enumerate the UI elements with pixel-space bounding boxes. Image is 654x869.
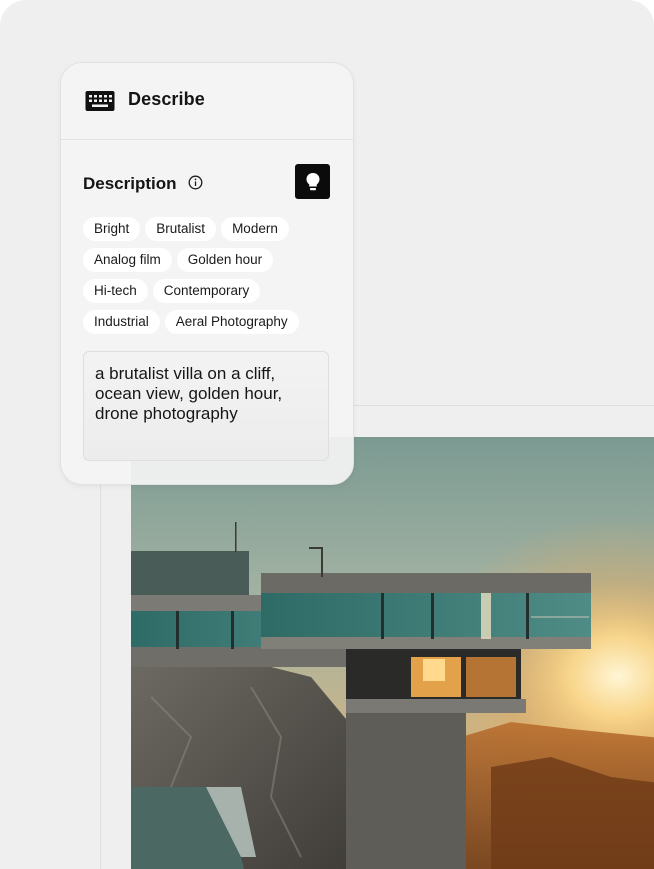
describe-card: Describe Description Bright Brutalist Mo… [60,62,354,485]
villa-photo [131,437,654,869]
app-frame: Describe Description Bright Brutalist Mo… [0,0,654,869]
lightbulb-icon [306,172,319,190]
tag-row: Industrial Aeral Photography [83,310,333,334]
tag-row: Analog film Golden hour [83,248,333,272]
generated-image[interactable] [131,437,654,869]
description-label: Description [83,174,177,193]
keyboard-icon [85,91,115,111]
tag-chip[interactable]: Brutalist [145,217,217,241]
card-title: Describe [128,89,205,109]
tag-chip[interactable]: Industrial [83,310,160,334]
description-row: Description [61,140,353,218]
card-header: Describe [61,63,353,140]
prompt-textarea[interactable]: a brutalist villa on a cliff, ocean view… [83,351,329,461]
tag-chip[interactable]: Aeral Photography [164,310,299,334]
suggest-button[interactable] [295,164,330,199]
tag-chip[interactable]: Golden hour [176,248,274,272]
tag-chip[interactable]: Modern [221,217,289,241]
info-icon[interactable] [188,175,203,190]
tag-row: Bright Brutalist Modern [83,217,333,241]
tag-chip[interactable]: Analog film [83,248,172,272]
tag-chip[interactable]: Hi-tech [83,279,148,303]
tag-chip[interactable]: Contemporary [152,279,261,303]
style-tags: Bright Brutalist Modern Analog film Gold… [83,217,333,341]
tag-chip[interactable]: Bright [83,217,141,241]
tag-row: Hi-tech Contemporary [83,279,333,303]
